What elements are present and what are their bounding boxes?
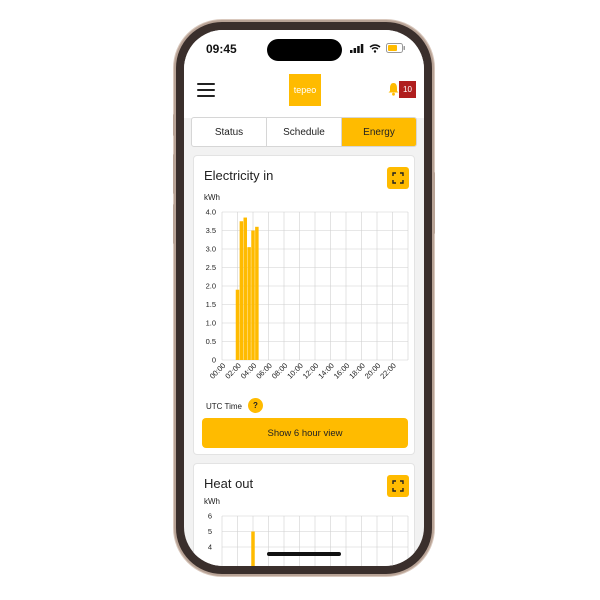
y-tick-label: 4: [208, 543, 212, 552]
x-tick-label: 00:00: [208, 361, 228, 381]
x-tick-label: 18:00: [347, 361, 367, 381]
y-tick-label: 5: [208, 527, 212, 536]
heat-chart: 4 5 6: [208, 512, 409, 566]
tab-status[interactable]: Status: [192, 118, 267, 146]
electricity-bar: [243, 217, 247, 360]
heat-expand-button[interactable]: [387, 475, 409, 497]
heat-title: Heat out: [204, 476, 254, 491]
y-tick-label: 4.0: [206, 208, 216, 217]
menu-icon[interactable]: [197, 83, 215, 97]
y-tick-label: 6: [208, 512, 212, 521]
mute-switch: [173, 114, 176, 136]
power-button: [432, 172, 435, 234]
home-indicator: [267, 552, 341, 556]
electricity-bar: [235, 289, 240, 360]
heat-bar: [251, 531, 255, 566]
show-6-hour-view-button[interactable]: Show 6 hour view: [202, 418, 408, 448]
y-tick-label: 3.5: [206, 226, 216, 235]
y-tick-label: 1.0: [206, 319, 216, 328]
y-tick-label: 1.5: [206, 300, 216, 309]
y-tick-label: 2.0: [206, 282, 216, 291]
battery-icon: [386, 43, 405, 53]
status-time: 09:45: [206, 42, 237, 56]
wifi-icon: [369, 43, 381, 53]
electricity-expand-button[interactable]: [387, 167, 409, 189]
x-tick-label: 22:00: [378, 361, 398, 381]
x-tick-label: 20:00: [363, 361, 383, 381]
y-tick-label: 2.5: [206, 263, 216, 272]
expand-icon: [392, 172, 404, 184]
help-icon[interactable]: ?: [248, 398, 263, 413]
phone-screen: 09:45 tepeo 10 Status Schedule Energy El…: [184, 30, 424, 566]
y-tick-label: 0.5: [206, 337, 216, 346]
x-tick-label: 16:00: [332, 361, 352, 381]
expand-icon: [392, 480, 404, 492]
status-icons: [350, 43, 406, 53]
electricity-card: Electricity in kWh 0 0.5 1.0 1.5 2.0 2.5 3.0 3.…: [193, 155, 415, 455]
y-tick-label: 0: [212, 356, 216, 365]
electricity-bar: [251, 230, 255, 360]
phone-frame: 09:45 tepeo 10 Status Schedule Energy El…: [173, 22, 435, 574]
heat-card: Heat out kWh 4 5 6: [193, 463, 415, 566]
electricity-title: Electricity in: [204, 168, 274, 183]
electricity-chart: 0 0.5 1.0 1.5 2.0 2.5 3.0 3.5 4.0 00:0002:0004:00…: [206, 208, 409, 381]
tab-schedule[interactable]: Schedule: [267, 118, 342, 146]
utc-time-label: UTC Time: [206, 402, 242, 411]
electricity-bar: [255, 226, 259, 360]
volume-up-button: [173, 154, 176, 194]
electricity-bar: [239, 221, 244, 360]
tab-bar: Status Schedule Energy: [191, 117, 417, 147]
electricity-unit: kWh: [204, 193, 220, 202]
tab-energy[interactable]: Energy: [342, 118, 416, 146]
signal-icon: [350, 43, 364, 53]
x-tick-label: 10:00: [285, 361, 305, 381]
app-header: tepeo 10: [184, 72, 424, 118]
x-tick-label: 14:00: [316, 361, 336, 381]
bell-icon[interactable]: [388, 82, 399, 96]
x-tick-label: 06:00: [254, 361, 274, 381]
status-bar: 09:45: [184, 30, 424, 72]
x-tick-label: 08:00: [270, 361, 290, 381]
heat-unit: kWh: [204, 497, 220, 506]
x-tick-label: 04:00: [239, 361, 259, 381]
y-tick-label: 3.0: [206, 245, 216, 254]
notification-badge[interactable]: 10: [399, 81, 416, 98]
x-tick-label: 12:00: [301, 361, 321, 381]
volume-down-button: [173, 204, 176, 244]
electricity-bar: [247, 247, 251, 360]
tepeo-logo: tepeo: [289, 74, 321, 106]
dynamic-island: [267, 39, 342, 61]
x-tick-label: 02:00: [223, 361, 243, 381]
